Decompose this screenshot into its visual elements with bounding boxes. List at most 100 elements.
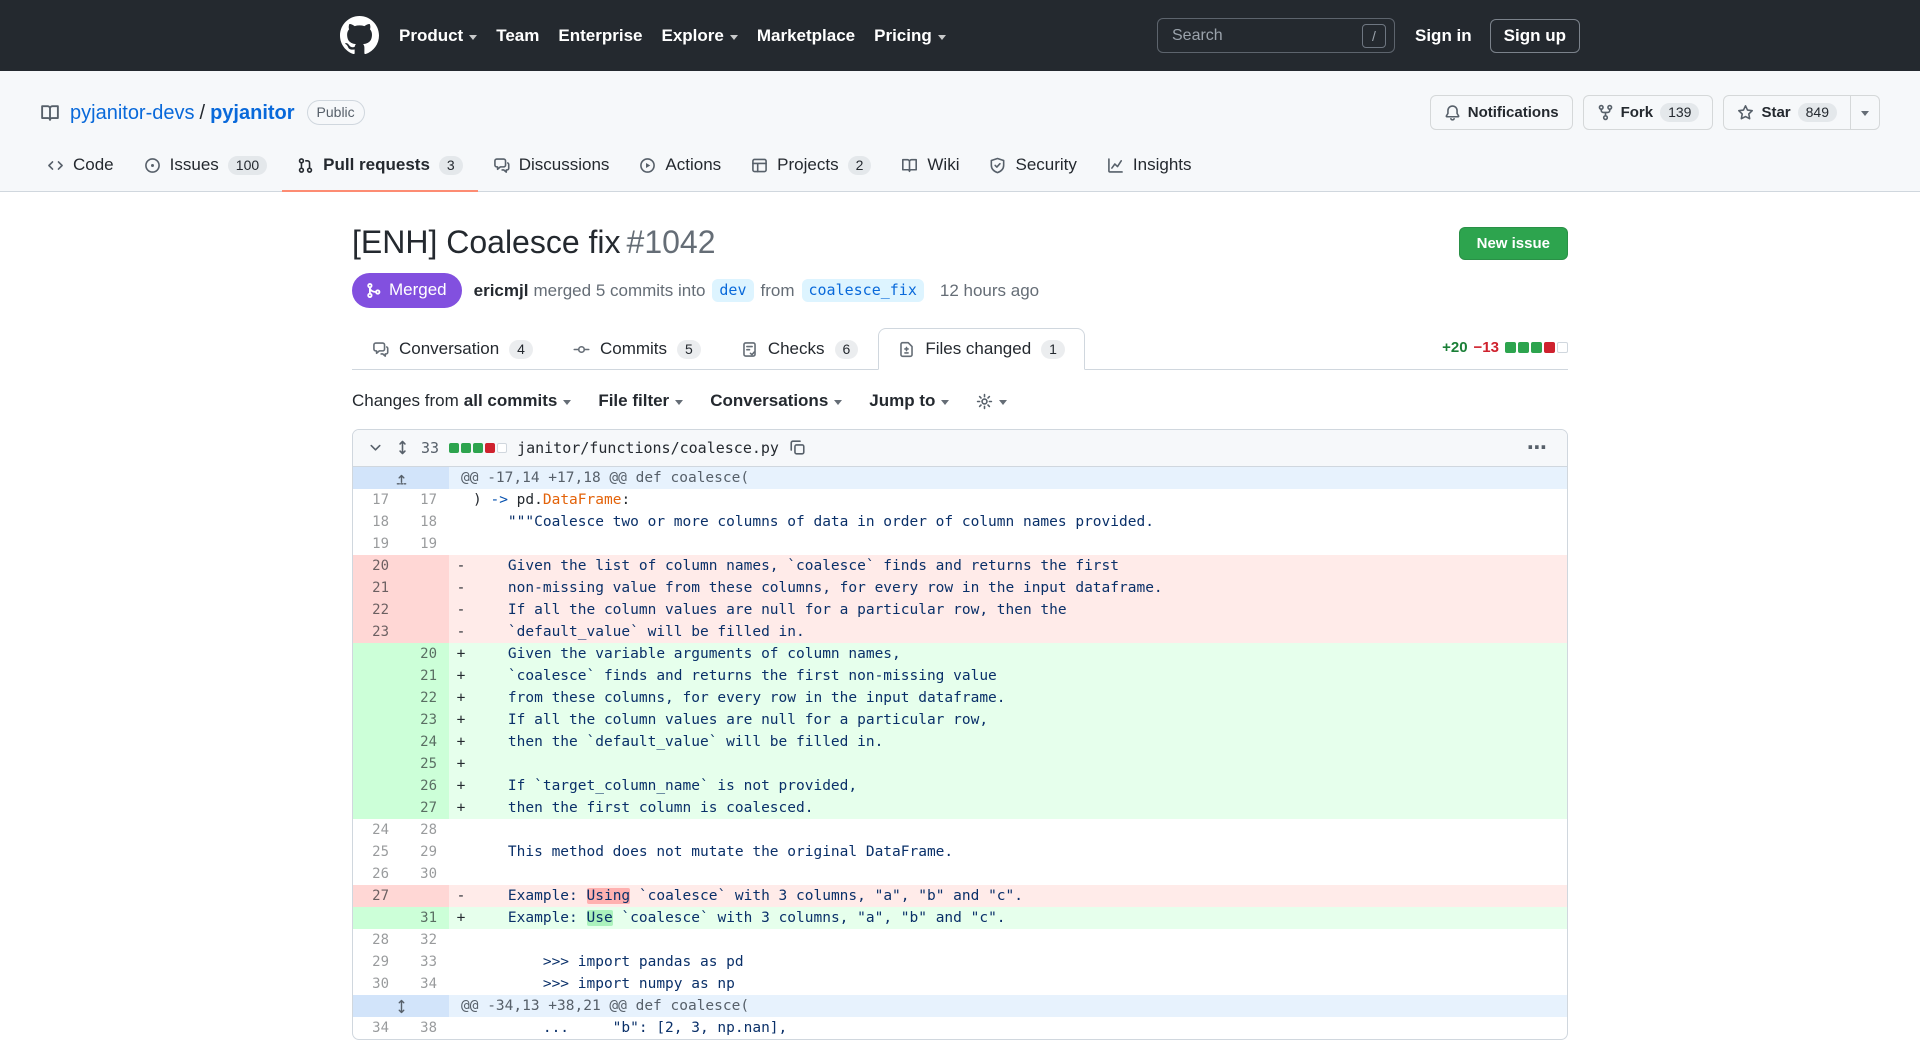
diff-row: 2529 This method does not mutate the ori… [353, 841, 1567, 863]
new-line-number[interactable] [401, 555, 449, 577]
conversations-dropdown[interactable]: Conversations [710, 391, 842, 411]
pr-author-link[interactable]: ericmjl [474, 281, 529, 301]
old-line-number[interactable] [353, 643, 401, 665]
new-line-number[interactable]: 21 [401, 665, 449, 687]
pr-tab-checks[interactable]: Checks6 [721, 328, 878, 370]
new-line-number[interactable]: 18 [401, 511, 449, 533]
new-line-number[interactable]: 23 [401, 709, 449, 731]
new-line-number[interactable]: 32 [401, 929, 449, 951]
changes-from-dropdown[interactable]: Changes from all commits [352, 391, 571, 411]
file-path-link[interactable]: janitor/functions/coalesce.py [517, 439, 779, 457]
copy-path-icon[interactable] [789, 439, 806, 457]
old-line-number[interactable]: 27 [353, 885, 401, 907]
new-issue-button[interactable]: New issue [1459, 227, 1568, 260]
repo-tab-pull-requests[interactable]: Pull requests3 [282, 142, 478, 192]
repo-owner-link[interactable]: pyjanitor-devs [70, 102, 195, 124]
sign-in-link[interactable]: Sign in [1415, 26, 1472, 46]
diff-row: 22- If all the column values are null fo… [353, 599, 1567, 621]
new-line-number[interactable]: 27 [401, 797, 449, 819]
old-line-number[interactable]: 30 [353, 973, 401, 995]
new-line-number[interactable]: 26 [401, 775, 449, 797]
old-line-number[interactable]: 26 [353, 863, 401, 885]
new-line-number[interactable]: 24 [401, 731, 449, 753]
old-line-number[interactable]: 34 [353, 1017, 401, 1039]
new-line-number[interactable]: 20 [401, 643, 449, 665]
repo-tab-discussions[interactable]: Discussions [478, 142, 625, 192]
repo-tab-issues[interactable]: Issues100 [129, 142, 283, 192]
sign-up-button[interactable]: Sign up [1490, 19, 1580, 53]
new-line-number[interactable]: 31 [401, 907, 449, 929]
collapse-file-button[interactable] [367, 439, 384, 457]
fork-button[interactable]: Fork 139 [1583, 95, 1714, 130]
file-filter-dropdown[interactable]: File filter [598, 391, 683, 411]
nav-item-team[interactable]: Team [496, 26, 539, 46]
pr-tab-files-changed[interactable]: Files changed1 [878, 328, 1085, 370]
search-box[interactable]: / [1157, 18, 1395, 53]
search-input[interactable] [1170, 26, 1362, 46]
diff-row: 20+ Given the variable arguments of colu… [353, 643, 1567, 665]
new-line-number[interactable]: 33 [401, 951, 449, 973]
old-line-number[interactable] [353, 687, 401, 709]
jump-to-dropdown[interactable]: Jump to [869, 391, 949, 411]
old-line-number[interactable]: 22 [353, 599, 401, 621]
diffstat-block-add [473, 443, 483, 453]
old-line-number[interactable]: 25 [353, 841, 401, 863]
star-button[interactable]: Star 849 [1723, 95, 1851, 130]
new-line-number[interactable]: 28 [401, 819, 449, 841]
expand-hunk-button[interactable] [353, 467, 449, 489]
old-line-number[interactable] [353, 775, 401, 797]
new-line-number[interactable]: 30 [401, 863, 449, 885]
repo-tab-wiki[interactable]: Wiki [886, 142, 974, 192]
old-line-number[interactable]: 28 [353, 929, 401, 951]
old-line-number[interactable] [353, 753, 401, 775]
repo-tab-actions[interactable]: Actions [624, 142, 736, 192]
repo-tab-insights[interactable]: Insights [1092, 142, 1207, 192]
pr-tab-conversation[interactable]: Conversation4 [352, 328, 553, 370]
nav-item-marketplace[interactable]: Marketplace [757, 26, 855, 46]
diffstat: +20 −13 [1442, 339, 1568, 356]
diffstat-block-neutral [1557, 342, 1568, 353]
pr-tab-commits[interactable]: Commits5 [553, 328, 721, 370]
new-line-number[interactable] [401, 599, 449, 621]
new-line-number[interactable] [401, 621, 449, 643]
old-line-number[interactable]: 23 [353, 621, 401, 643]
diff-settings-button[interactable] [976, 391, 1007, 411]
nav-item-product[interactable]: Product [399, 26, 477, 46]
star-dropdown-button[interactable] [1850, 95, 1880, 130]
new-line-number[interactable] [401, 577, 449, 599]
old-line-number[interactable]: 21 [353, 577, 401, 599]
old-line-number[interactable] [353, 907, 401, 929]
repo-tab-code[interactable]: Code [32, 142, 129, 192]
new-line-number[interactable]: 17 [401, 489, 449, 511]
repo-tab-projects[interactable]: Projects2 [736, 142, 886, 192]
head-branch-label[interactable]: coalesce_fix [802, 279, 924, 302]
nav-item-pricing[interactable]: Pricing [874, 26, 946, 46]
github-logo-icon[interactable] [340, 16, 379, 55]
old-line-number[interactable] [353, 797, 401, 819]
new-line-number[interactable]: 34 [401, 973, 449, 995]
new-line-number[interactable]: 25 [401, 753, 449, 775]
kebab-menu-button[interactable]: ⋯ [1523, 438, 1553, 458]
base-branch-label[interactable]: dev [712, 279, 753, 302]
old-line-number[interactable]: 24 [353, 819, 401, 841]
old-line-number[interactable] [353, 665, 401, 687]
nav-item-explore[interactable]: Explore [661, 26, 737, 46]
nav-item-enterprise[interactable]: Enterprise [558, 26, 642, 46]
old-line-number[interactable]: 17 [353, 489, 401, 511]
repo-tab-security[interactable]: Security [974, 142, 1091, 192]
old-line-number[interactable]: 19 [353, 533, 401, 555]
old-line-number[interactable]: 18 [353, 511, 401, 533]
new-line-number[interactable]: 38 [401, 1017, 449, 1039]
old-line-number[interactable] [353, 709, 401, 731]
new-line-number[interactable]: 22 [401, 687, 449, 709]
notifications-button[interactable]: Notifications [1430, 95, 1573, 130]
grabber-icon[interactable] [394, 439, 411, 457]
old-line-number[interactable]: 29 [353, 951, 401, 973]
expand-hunk-button[interactable] [353, 995, 449, 1017]
new-line-number[interactable]: 29 [401, 841, 449, 863]
new-line-number[interactable]: 19 [401, 533, 449, 555]
old-line-number[interactable] [353, 731, 401, 753]
new-line-number[interactable] [401, 885, 449, 907]
old-line-number[interactable]: 20 [353, 555, 401, 577]
repo-name-link[interactable]: pyjanitor [210, 102, 294, 124]
